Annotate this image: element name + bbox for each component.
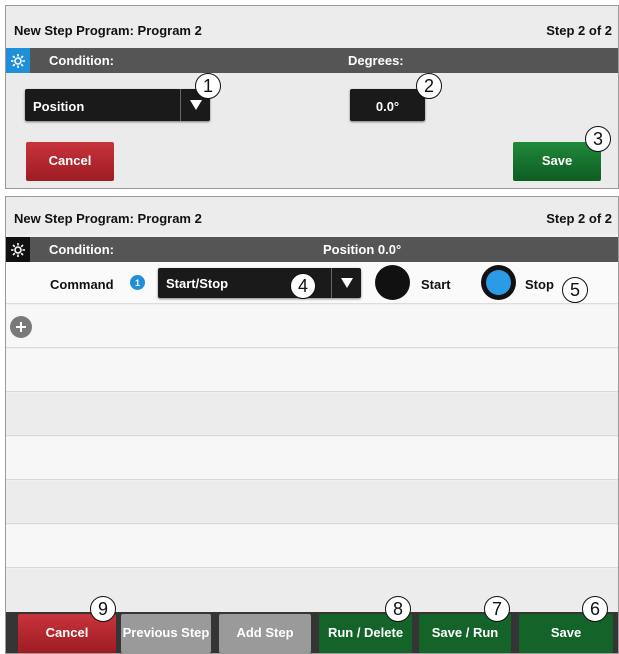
condition-dropdown[interactable]: Position	[25, 89, 210, 121]
degrees-value: 0.0°	[375, 99, 400, 114]
start-radio[interactable]	[375, 265, 410, 300]
list-item	[6, 525, 618, 568]
callout-marker: 2	[416, 73, 442, 99]
step-indicator: Step 2 of 2	[546, 23, 612, 38]
callout-marker: 9	[90, 596, 116, 622]
panel-title-bar: New Step Program: Program 2 Step 2 of 2	[6, 197, 618, 234]
callout-marker: 1	[195, 73, 221, 99]
info-badge-icon[interactable]: 1	[130, 275, 145, 290]
condition-header: Condition: Position 0.0°	[6, 237, 618, 262]
command-label: Command	[50, 277, 114, 292]
command-panel: New Step Program: Program 2 Step 2 of 2 …	[5, 196, 619, 654]
condition-label: Condition:	[49, 53, 114, 68]
condition-header: Condition: Degrees:	[6, 48, 618, 73]
start-label: Start	[421, 277, 451, 292]
step-indicator: Step 2 of 2	[546, 211, 612, 226]
radio-selected-dot	[486, 270, 511, 295]
list-item	[6, 481, 618, 524]
stop-label: Stop	[525, 277, 554, 292]
degrees-label: Degrees:	[348, 53, 404, 68]
plus-circle-icon[interactable]	[10, 316, 32, 338]
callout-marker: 4	[290, 273, 316, 299]
callout-marker: 8	[385, 596, 411, 622]
callout-marker: 3	[585, 126, 611, 152]
callout-marker: 7	[484, 596, 510, 622]
gear-icon[interactable]	[6, 237, 30, 262]
gear-icon[interactable]	[6, 48, 30, 73]
degrees-input[interactable]: 0.0°	[350, 89, 425, 121]
list-item	[6, 305, 618, 348]
program-title: New Step Program: Program 2	[14, 23, 202, 38]
panel-title-bar: New Step Program: Program 2 Step 2 of 2	[6, 6, 618, 46]
list-item	[6, 349, 618, 392]
previous-step-button[interactable]: Previous Step	[121, 614, 211, 653]
cancel-button[interactable]: Cancel	[26, 142, 114, 181]
condition-value: Position	[33, 99, 85, 114]
condition-summary: Position 0.0°	[323, 242, 402, 257]
triangle-down-icon[interactable]	[331, 268, 361, 298]
program-title: New Step Program: Program 2	[14, 211, 202, 226]
add-step-button[interactable]: Add Step	[219, 614, 311, 653]
command-value: Start/Stop	[166, 276, 229, 291]
callout-marker: 5	[562, 277, 588, 303]
list-item	[6, 393, 618, 436]
list-item	[6, 437, 618, 480]
condition-panel: New Step Program: Program 2 Step 2 of 2 …	[5, 5, 619, 189]
command-dropdown[interactable]: Start/Stop	[158, 268, 361, 298]
condition-label: Condition:	[49, 242, 114, 257]
callout-marker: 6	[582, 596, 608, 622]
stop-radio[interactable]	[481, 265, 516, 300]
